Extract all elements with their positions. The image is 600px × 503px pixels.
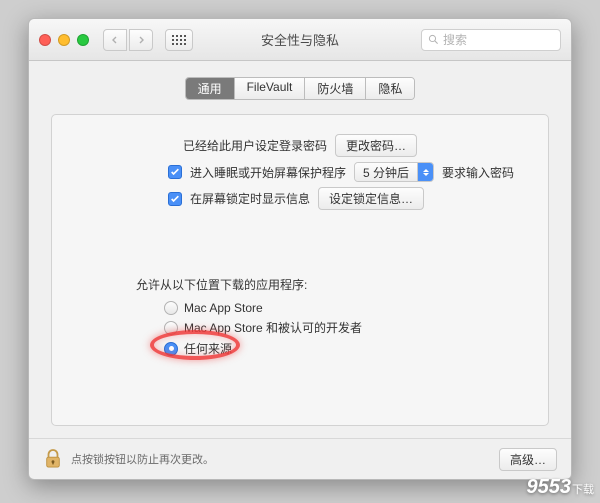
radio-icon [164,342,178,356]
require-password-pre: 进入睡眠或开始屏幕保护程序 [190,164,346,181]
tab-privacy[interactable]: 隐私 [366,78,414,99]
stepper-arrows-icon [417,163,433,181]
back-button[interactable] [103,29,127,51]
radio-icon [164,321,178,335]
radio-mac-app-store[interactable]: Mac App Store [164,299,524,317]
panel-general: 已经给此用户设定登录密码 更改密码… 进入睡眠或开始屏幕保护程序 5 分钟后 要… [51,114,549,426]
minimize-button[interactable] [58,34,70,46]
lock-text: 点按锁按钮以防止再次更改。 [71,451,214,467]
content-area: 通用 FileVault 防火墙 隐私 已经给此用户设定登录密码 更改密码… 进… [29,61,571,438]
tab-general[interactable]: 通用 [186,78,235,99]
nav-buttons [103,29,153,51]
delay-select[interactable]: 5 分钟后 [354,162,434,182]
forward-button[interactable] [129,29,153,51]
tab-firewall[interactable]: 防火墙 [305,78,366,99]
search-input[interactable]: 搜索 [421,29,561,51]
radio-icon [164,301,178,315]
login-password-row: 已经给此用户设定登录密码 更改密码… [76,134,524,157]
tabs: 通用 FileVault 防火墙 隐私 [51,77,549,100]
tab-filevault[interactable]: FileVault [235,78,306,99]
screen-lock-row: 在屏幕锁定时显示信息 设定锁定信息… [168,187,524,210]
radio-label: Mac App Store [184,301,263,315]
radio-anywhere[interactable]: 任何来源 [164,338,524,359]
login-password-label: 已经给此用户设定登录密码 [183,137,327,154]
screen-lock-checkbox[interactable] [168,192,182,206]
change-password-button[interactable]: 更改密码… [335,134,417,157]
grid-icon [172,35,186,45]
allow-from-radios: Mac App Store Mac App Store 和被认可的开发者 任何来… [164,299,524,359]
search-placeholder: 搜索 [443,31,467,48]
check-icon [170,167,180,177]
close-button[interactable] [39,34,51,46]
radio-label: Mac App Store 和被认可的开发者 [184,319,362,336]
require-password-checkbox[interactable] [168,165,182,179]
advanced-button[interactable]: 高级… [499,448,557,471]
radio-label: 任何来源 [184,340,232,357]
require-password-post: 要求输入密码 [442,164,514,181]
window-controls [39,34,89,46]
radio-identified-developers[interactable]: Mac App Store 和被认可的开发者 [164,317,524,338]
watermark-main: 9553 [527,476,572,498]
tabgroup: 通用 FileVault 防火墙 隐私 [185,77,416,100]
footer: 点按锁按钮以防止再次更改。 高级… [29,438,571,479]
preferences-window: 安全性与隐私 搜索 通用 FileVault 防火墙 隐私 已经给此用户设定登录… [28,18,572,480]
screen-lock-label: 在屏幕锁定时显示信息 [190,190,310,207]
show-all-button[interactable] [165,29,193,51]
lock-icon [44,448,62,470]
allow-from-label: 允许从以下位置下载的应用程序: [136,276,524,293]
require-password-row: 进入睡眠或开始屏幕保护程序 5 分钟后 要求输入密码 [168,162,524,182]
lock-button[interactable] [43,447,63,471]
delay-value: 5 分钟后 [355,163,417,181]
watermark: 9553下载 [527,476,595,499]
check-icon [170,194,180,204]
search-icon [428,34,439,45]
titlebar: 安全性与隐私 搜索 [29,19,571,61]
zoom-button[interactable] [77,34,89,46]
set-lock-message-button[interactable]: 设定锁定信息… [318,187,424,210]
watermark-suffix: 下载 [572,484,594,496]
